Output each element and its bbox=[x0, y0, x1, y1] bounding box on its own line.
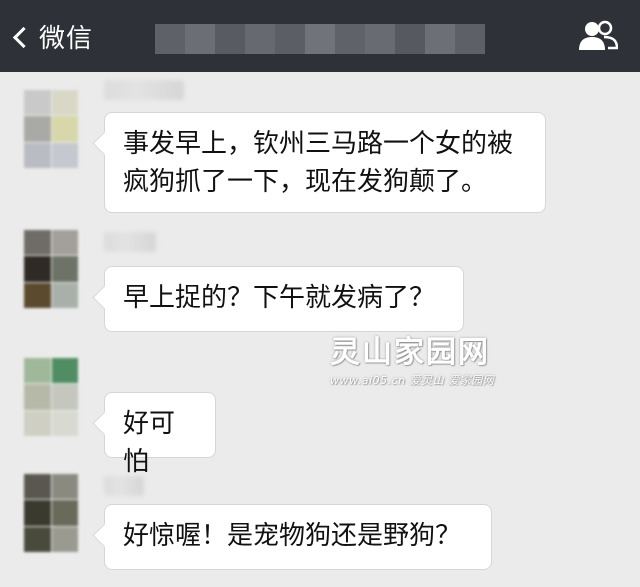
avatar[interactable] bbox=[24, 358, 78, 436]
back-button[interactable]: 微信 bbox=[12, 18, 94, 54]
message-bubble[interactable]: 早上捉的？下午就发病了？ bbox=[104, 266, 464, 332]
message-bubble[interactable]: 好可怕 bbox=[104, 392, 216, 477]
sender-name-blurred bbox=[104, 232, 156, 252]
sender-name-blurred bbox=[104, 476, 144, 496]
watermark-subtitle: www.ai05.cn 爱灵山 爱家园网 bbox=[330, 374, 495, 387]
avatar[interactable] bbox=[24, 474, 78, 552]
top-bar: 微信 bbox=[0, 0, 640, 72]
back-label: 微信 bbox=[39, 23, 94, 54]
chat-title-blurred bbox=[155, 24, 485, 54]
message-bubble[interactable]: 事发早上，钦州三马路一个女的被 疯狗抓了一下，现在发狗颠了。 bbox=[104, 112, 546, 213]
avatar[interactable] bbox=[24, 90, 78, 168]
message-bubble[interactable]: 好惊喔！是宠物狗还是野狗？ bbox=[104, 504, 492, 570]
avatar[interactable] bbox=[24, 230, 78, 308]
watermark: 灵山家园网 www.ai05.cn 爱灵山 爱家园网 bbox=[330, 336, 494, 388]
chevron-left-icon bbox=[12, 26, 35, 48]
contacts-icon[interactable] bbox=[578, 20, 619, 52]
watermark-title: 灵山家园网 bbox=[330, 335, 490, 370]
sender-name-blurred bbox=[104, 80, 184, 100]
